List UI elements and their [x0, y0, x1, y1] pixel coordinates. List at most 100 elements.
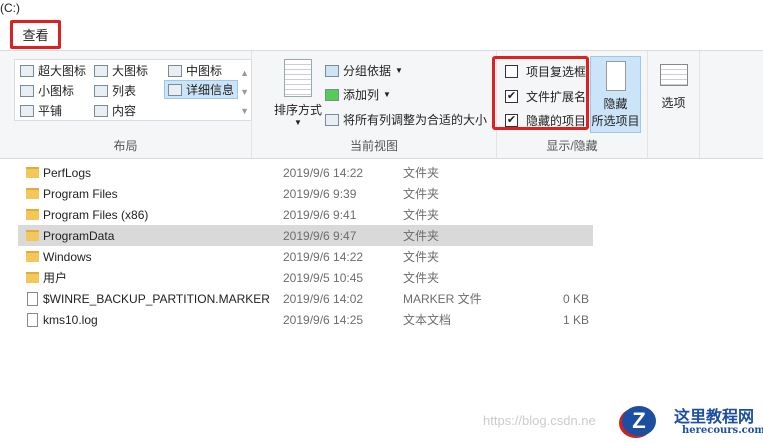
gallery-scroll[interactable]: ▲ ▼ ▼ — [240, 64, 249, 121]
group-label-current-view: 当前视图 — [349, 139, 398, 153]
file-date: 2019/9/6 14:22 — [283, 165, 364, 180]
file-date: 2019/9/6 14:25 — [283, 312, 364, 327]
large-icons-icon — [94, 64, 108, 77]
layout-list[interactable]: 列表 — [91, 81, 139, 100]
file-type: 文件夹 — [403, 187, 440, 201]
layout-large-icons[interactable]: 大图标 — [91, 61, 151, 80]
group-label-layout: 布局 — [113, 139, 138, 153]
file-type: MARKER 文件 — [403, 292, 482, 306]
label: 分组依据 — [343, 64, 392, 78]
add-column-icon — [325, 88, 339, 101]
file-type: 文件夹 — [403, 208, 440, 222]
fit-columns-button[interactable]: 将所有列调整为合适的大小 — [322, 110, 490, 129]
tiles-icon — [20, 104, 34, 117]
label: 平铺 — [38, 104, 63, 118]
label: 详细信息 — [185, 83, 234, 97]
file-icon — [27, 291, 38, 306]
label: 小图标 — [38, 84, 75, 98]
group-by-button[interactable]: 分组依据 ▼ — [322, 61, 406, 80]
hide-selected-button[interactable]: 隐藏 所选项目 — [590, 56, 641, 133]
file-name: $WINRE_BACKUP_PARTITION.MARKER — [43, 291, 270, 306]
group-by-icon — [325, 64, 339, 77]
label: 列表 — [112, 84, 137, 98]
window-title: (C:) — [0, 1, 20, 15]
options-button[interactable]: 选项 — [648, 51, 700, 158]
add-column-button[interactable]: 添加列 ▼ — [322, 85, 394, 104]
tab-view[interactable]: 查看 — [10, 20, 61, 49]
ribbon: 超大图标 大图标 中图标 小图标 列表 详细信息 平铺 内容 ▲ ▼ ▼ 布局 排序… — [0, 50, 763, 159]
label: 将所有列调整为合适的大小 — [343, 113, 488, 127]
label: 隐藏 — [603, 97, 628, 111]
file-name: PerfLogs — [43, 165, 92, 180]
label: 排序方式 — [273, 103, 322, 117]
layout-small-icons[interactable]: 小图标 — [17, 81, 77, 100]
file-type: 文件夹 — [403, 250, 440, 264]
sort-by-button[interactable]: 排序方式 ▼ — [268, 55, 328, 127]
file-name: Windows — [43, 249, 92, 264]
logo-z-icon: Z — [622, 406, 656, 436]
file-row[interactable]: kms10.log 2019/9/6 14:25 文本文档 1 KB — [18, 309, 593, 330]
file-name: 用户 — [43, 271, 68, 285]
details-icon — [168, 83, 182, 96]
label: 中图标 — [186, 64, 223, 78]
hide-page-icon — [605, 61, 626, 91]
layout-details[interactable]: 详细信息 — [164, 80, 238, 99]
file-type: 文件夹 — [403, 166, 440, 180]
medium-icons-icon — [168, 64, 182, 77]
label: 添加列 — [343, 88, 380, 102]
file-date: 2019/9/5 10:45 — [283, 270, 364, 285]
group-current-view: 排序方式 ▼ 分组依据 ▼ 添加列 ▼ 将所有列调整为合适的大小 当前视图 — [252, 51, 497, 158]
file-name: ProgramData — [43, 228, 115, 243]
folder-icon — [26, 167, 39, 178]
sort-icon — [284, 59, 312, 97]
layout-tiles[interactable]: 平铺 — [17, 101, 65, 120]
group-label-show-hide: 显示/隐藏 — [546, 139, 598, 153]
folder-icon — [26, 272, 39, 283]
layout-content[interactable]: 内容 — [91, 101, 139, 120]
file-size: 1 KB — [562, 312, 589, 327]
label: 内容 — [112, 104, 137, 118]
file-type: 文件夹 — [403, 271, 440, 285]
highlight-box — [492, 56, 589, 130]
file-icon — [27, 312, 38, 327]
file-date: 2019/9/6 14:02 — [283, 291, 364, 306]
watermark-logo: Z 这里教程网 herecours.com — [618, 400, 763, 443]
file-row[interactable]: ProgramData 2019/9/6 9:47 文件夹 — [18, 225, 593, 246]
label: 超大图标 — [38, 64, 87, 78]
file-row[interactable]: Windows 2019/9/6 14:22 文件夹 — [18, 246, 593, 267]
folder-icon — [26, 188, 39, 199]
list-icon — [94, 84, 108, 97]
extra-large-icons-icon — [20, 64, 34, 77]
layout-extra-large-icons[interactable]: 超大图标 — [17, 61, 89, 80]
file-row[interactable]: 用户 2019/9/5 10:45 文件夹 — [18, 267, 593, 288]
file-date: 2019/9/6 9:41 — [283, 207, 357, 222]
logo-en: herecours.com — [682, 425, 763, 436]
file-type: 文件夹 — [403, 229, 440, 243]
file-row[interactable]: Program Files 2019/9/6 9:39 文件夹 — [18, 183, 593, 204]
folder-icon — [26, 209, 39, 220]
logo-cn: 这里教程网 — [674, 407, 755, 426]
layout-medium-icons[interactable]: 中图标 — [165, 61, 225, 80]
watermark-text: https://blog.csdn.ne — [483, 413, 596, 428]
file-size: 0 KB — [562, 291, 589, 306]
file-name: Program Files — [43, 186, 118, 201]
options-icon — [659, 64, 688, 86]
group-layout: 超大图标 大图标 中图标 小图标 列表 详细信息 平铺 内容 ▲ ▼ ▼ 布局 — [0, 51, 252, 158]
file-date: 2019/9/6 9:39 — [283, 186, 357, 201]
file-row[interactable]: Program Files (x86) 2019/9/6 9:41 文件夹 — [18, 204, 593, 225]
label: 选项 — [661, 96, 686, 110]
folder-icon — [26, 251, 39, 262]
fit-columns-icon — [325, 113, 339, 126]
file-name: kms10.log — [43, 312, 98, 327]
file-name: Program Files (x86) — [43, 207, 149, 222]
content-icon — [94, 104, 108, 117]
layout-gallery: 超大图标 大图标 中图标 小图标 列表 详细信息 平铺 内容 ▲ ▼ ▼ — [14, 59, 252, 121]
file-type: 文本文档 — [403, 313, 452, 327]
file-row[interactable]: $WINRE_BACKUP_PARTITION.MARKER 2019/9/6 … — [18, 288, 593, 309]
small-icons-icon — [20, 84, 34, 97]
file-row[interactable]: PerfLogs 2019/9/6 14:22 文件夹 — [18, 162, 593, 183]
label: 所选项目 — [591, 114, 640, 128]
label: 大图标 — [112, 64, 149, 78]
folder-icon — [26, 230, 39, 241]
file-date: 2019/9/6 9:47 — [283, 228, 357, 243]
